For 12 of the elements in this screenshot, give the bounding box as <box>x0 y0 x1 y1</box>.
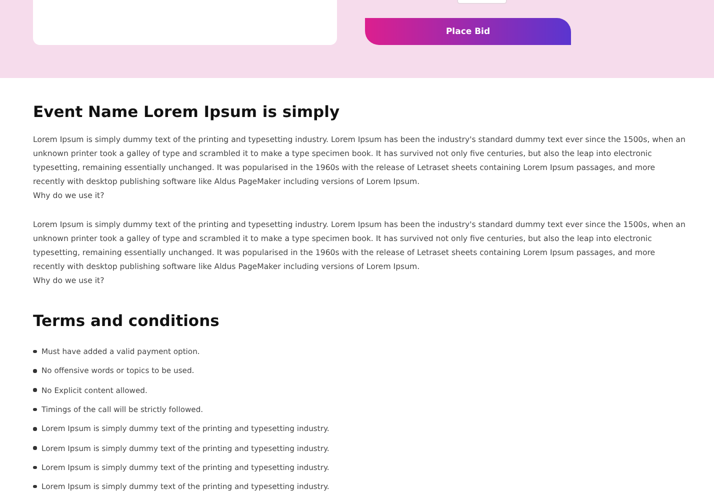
event-title: Event Name Lorem Ipsum is simply <box>33 103 341 121</box>
input-field[interactable] <box>457 0 507 4</box>
bullet-icon <box>33 427 36 431</box>
bullet-icon <box>33 466 36 470</box>
bullet-icon <box>33 446 36 450</box>
bullet-icon <box>33 388 36 392</box>
bullet-icon <box>33 408 36 412</box>
terms-title: Terms and conditions <box>33 312 220 330</box>
bullet-icon <box>33 484 36 488</box>
place-bid-button[interactable]: Place Bid <box>365 18 571 45</box>
bullet-icon <box>33 350 36 354</box>
bullet-icon <box>33 369 36 373</box>
